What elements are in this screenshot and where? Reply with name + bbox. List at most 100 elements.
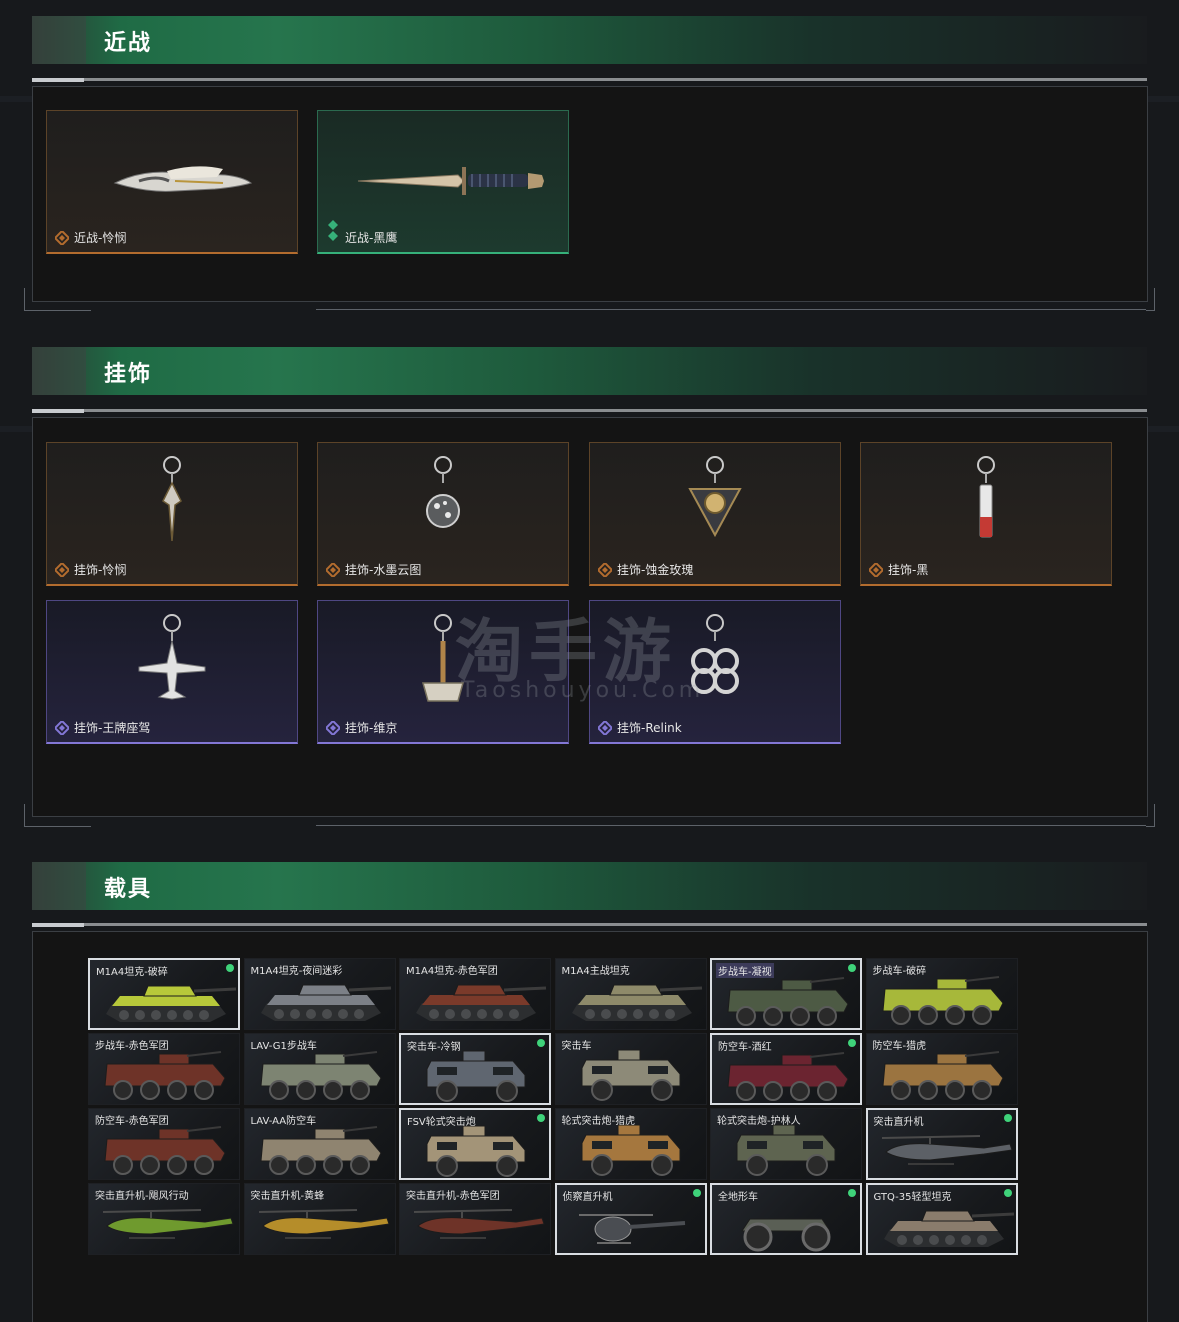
charms-item-image (318, 601, 568, 719)
owned-indicator-dot (1003, 1189, 1012, 1197)
vehicle-card[interactable]: 防空车-赤色军团 (88, 1108, 240, 1180)
rarity-orange-icon (324, 561, 342, 579)
charms-item-image (47, 443, 297, 561)
vehicle-card[interactable]: 轮式突击炮-猎虎 (554, 1108, 707, 1180)
vehicle-card[interactable]: 步战车-凝视 (710, 958, 862, 1030)
vehicle-label: 防空车-猎虎 (872, 1041, 927, 1052)
panel-bracket-right (1146, 288, 1155, 311)
vehicle-card[interactable]: 防空车-猎虎 (865, 1033, 1018, 1105)
header-rule (32, 409, 1147, 413)
vehicle-label: 突击直升机 (873, 1117, 924, 1128)
vehicle-label: FSV轮式突击炮 (407, 1117, 476, 1128)
rarity-purple-icon (324, 719, 342, 737)
section-title-charms: 挂饰 (104, 362, 153, 387)
vehicle-card[interactable]: 突击车 (554, 1033, 707, 1105)
vehicle-label: M1A4坦克-赤色军团 (406, 966, 498, 977)
vehicle-label: 轮式突击炮-猎虎 (561, 1116, 636, 1127)
rarity-purple-icon (596, 719, 614, 737)
charms-item-card[interactable]: 挂饰-Relink (589, 600, 841, 744)
rarity-orange-icon (867, 561, 885, 579)
owned-indicator-dot (1003, 1114, 1012, 1122)
vehicle-label: 突击直升机-飓风行动 (95, 1191, 189, 1202)
melee-item-label: 近战-怜悯 (74, 231, 127, 245)
rarity-orange-icon (53, 229, 71, 247)
vehicle-label: 突击直升机-赤色军团 (406, 1191, 500, 1202)
melee-item-card[interactable]: 近战-黑鹰 (317, 110, 569, 254)
vehicle-label: GTQ-35轻型坦克 (873, 1192, 952, 1203)
vehicle-label: 步战车-破碎 (872, 966, 927, 977)
owned-indicator-dot (537, 1114, 545, 1122)
charms-item-card[interactable]: 挂饰-黑 (860, 442, 1112, 586)
header-notch (32, 16, 86, 64)
header-rule (32, 78, 1147, 82)
charms-item-image (590, 443, 840, 561)
vehicle-label: 突击车 (561, 1041, 592, 1052)
vehicle-card[interactable]: M1A4坦克-夜间迷彩 (243, 958, 396, 1030)
vehicle-card[interactable]: 侦察直升机 (554, 1183, 707, 1255)
vehicle-card[interactable]: 突击直升机-飓风行动 (88, 1183, 240, 1255)
vehicle-card[interactable]: FSV轮式突击炮 (399, 1108, 551, 1180)
header-notch (32, 862, 86, 910)
vehicle-card[interactable]: LAV-G1步战车 (243, 1033, 396, 1105)
charms-item-card[interactable]: 挂饰-水墨云图 (317, 442, 569, 586)
charms-item-image (47, 601, 297, 719)
charms-item-label: 挂饰-王牌座驾 (74, 721, 151, 735)
vehicle-label: 突击直升机-黄蜂 (250, 1191, 325, 1202)
vehicle-card[interactable]: 突击直升机 (865, 1108, 1018, 1180)
vehicle-label: M1A4坦克-破碎 (96, 967, 168, 978)
charms-item-image (861, 443, 1111, 561)
vehicle-card[interactable]: M1A4坦克-赤色军团 (399, 958, 551, 1030)
charms-item-card[interactable]: 挂饰-怜悯 (46, 442, 298, 586)
charms-item-label: 挂饰-蚀金玫瑰 (617, 563, 694, 577)
vehicle-label: M1A4坦克-夜间迷彩 (250, 966, 343, 977)
vehicle-card[interactable]: M1A4坦克-破碎 (88, 958, 240, 1030)
panel-bracket-left (24, 804, 91, 827)
melee-item-card[interactable]: 近战-怜悯 (46, 110, 298, 254)
header-notch (32, 347, 86, 395)
charms-item-label: 挂饰-维京 (345, 721, 398, 735)
charms-item-card[interactable]: 挂饰-蚀金玫瑰 (589, 442, 841, 586)
charms-item-label: 挂饰-Relink (617, 721, 682, 735)
vehicle-label: 侦察直升机 (562, 1192, 613, 1203)
vehicle-card[interactable]: 突击直升机-黄蜂 (243, 1183, 396, 1255)
vehicle-card[interactable]: 全地形车 (710, 1183, 862, 1255)
owned-indicator-dot (537, 1039, 545, 1047)
vehicle-card[interactable]: 突击车-冷钢 (399, 1033, 551, 1105)
charms-item-image (318, 443, 568, 561)
owned-indicator-dot (848, 1189, 856, 1197)
vehicle-label: LAV-G1步战车 (250, 1041, 317, 1052)
charms-item-card[interactable]: 挂饰-维京 (317, 600, 569, 744)
owned-indicator-dot (848, 1039, 856, 1047)
vehicle-card[interactable]: 步战车-破碎 (865, 958, 1018, 1030)
vehicle-label: M1A4主战坦克 (561, 966, 630, 977)
header-rule (32, 923, 1147, 927)
vehicle-card[interactable]: 轮式突击炮-护林人 (710, 1108, 862, 1180)
charms-item-label: 挂饰-怜悯 (74, 563, 127, 577)
panel-bracket-right (1146, 804, 1155, 827)
vehicle-card[interactable]: GTQ-35轻型坦克 (865, 1183, 1018, 1255)
vehicle-label: 步战车-凝视 (716, 963, 774, 978)
owned-indicator-dot (226, 964, 234, 972)
vehicle-label: 步战车-赤色军团 (95, 1041, 169, 1052)
charms-item-label: 挂饰-黑 (888, 563, 929, 577)
charms-item-image (590, 601, 840, 719)
section-title-vehicles: 载具 (104, 877, 153, 902)
vehicle-card[interactable]: 防空车-酒红 (710, 1033, 862, 1105)
vehicle-card[interactable]: LAV-AA防空车 (243, 1108, 396, 1180)
melee-item-image (318, 111, 568, 229)
vehicle-label: 全地形车 (718, 1192, 758, 1203)
vehicle-card[interactable]: 突击直升机-赤色军团 (399, 1183, 551, 1255)
vehicle-card[interactable]: M1A4主战坦克 (554, 958, 707, 1030)
rarity-orange-icon (596, 561, 614, 579)
rarity-purple-icon (53, 719, 71, 737)
rarity-green-icon (326, 220, 340, 242)
vehicle-card[interactable]: 步战车-赤色军团 (88, 1033, 240, 1105)
vehicle-label: 突击车-冷钢 (407, 1042, 461, 1053)
charms-item-card[interactable]: 挂饰-王牌座驾 (46, 600, 298, 744)
vehicle-label: 防空车-酒红 (718, 1042, 772, 1053)
melee-item-label: 近战-黑鹰 (345, 231, 398, 245)
section-title-melee: 近战 (104, 31, 153, 56)
owned-indicator-dot (692, 1189, 701, 1197)
panel-bracket-bottom (316, 825, 1146, 826)
vehicle-label: LAV-AA防空车 (250, 1116, 317, 1127)
